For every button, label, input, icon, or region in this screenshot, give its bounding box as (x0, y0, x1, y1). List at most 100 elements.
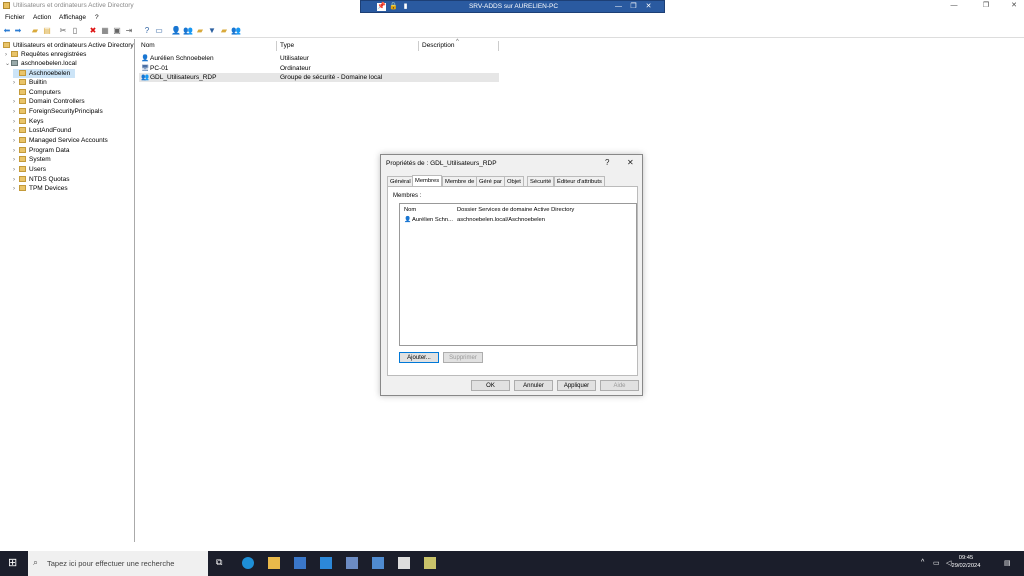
tree-item-aschnoebelen[interactable]: Aschnoebelen (13, 69, 75, 78)
column-header-name[interactable]: Nom (141, 42, 155, 49)
tree-item-builtin[interactable]: › Builtin (13, 78, 47, 87)
refresh-icon[interactable]: ▣ (112, 26, 122, 36)
notepad-icon[interactable] (398, 557, 410, 569)
edge-icon[interactable] (242, 557, 254, 569)
members-header-name[interactable]: Nom (404, 207, 416, 213)
tab-object[interactable]: Objet (504, 176, 524, 186)
new-group-icon[interactable]: 👥 (183, 26, 193, 36)
tree-toggle-icon[interactable]: ▤ (42, 26, 52, 36)
help-button[interactable]: Aide (600, 380, 639, 391)
tab-managed-by[interactable]: Géré par (476, 176, 505, 186)
help-icon[interactable]: ? (142, 26, 152, 36)
tree-item-lostandfound[interactable]: › LostAndFound (13, 126, 71, 135)
app-icon (3, 2, 10, 9)
folder-icon (19, 147, 26, 154)
menu-action[interactable]: Action (33, 14, 51, 21)
task-view-icon[interactable]: ⧉ (216, 557, 228, 569)
back-icon[interactable]: ⬅ (2, 26, 12, 36)
powershell-icon[interactable] (320, 557, 332, 569)
clock[interactable]: 09:45 29/02/2024 (946, 554, 986, 570)
tree-item-tpm-devices[interactable]: › TPM Devices (13, 184, 68, 193)
tab-general[interactable]: Général (387, 176, 414, 186)
tree-item-computers[interactable]: Computers (13, 88, 61, 97)
tree-item-users[interactable]: › Users (13, 165, 46, 174)
tree-item-system[interactable]: › System (13, 155, 51, 164)
folder-icon (19, 137, 26, 144)
maximize-button[interactable]: ❐ (976, 1, 996, 11)
add-to-group-icon[interactable]: 👥 (231, 26, 241, 36)
apply-button[interactable]: Appliquer (557, 380, 596, 391)
minimize-button[interactable]: — (944, 1, 964, 11)
member-name[interactable]: Aurélien Schn... (412, 217, 453, 223)
column-divider[interactable] (276, 41, 277, 51)
cancel-button[interactable]: Annuler (514, 380, 553, 391)
tree-item-domain-controllers[interactable]: › Domain Controllers (13, 97, 85, 106)
network-tray-icon[interactable]: ▭ (933, 559, 940, 567)
folder-icon (3, 42, 10, 49)
ok-button[interactable]: OK (471, 380, 510, 391)
tree-item-managed-service[interactable]: › Managed Service Accounts (13, 136, 108, 145)
copy-icon[interactable]: ▯ (70, 26, 80, 36)
folder-icon (19, 185, 26, 192)
menu-help[interactable]: ? (95, 14, 99, 21)
folder-icon (19, 156, 26, 163)
add-member-button[interactable]: Ajouter... (399, 352, 439, 363)
tab-attribute-editor[interactable]: Éditeur d'attributs (554, 176, 605, 186)
column-header-description[interactable]: Description (422, 42, 455, 49)
tree-domain[interactable]: ⌄ aschnoebelen.local (5, 59, 77, 68)
table-row[interactable]: 🖥 PC-01 Ordinateur (139, 64, 499, 73)
tab-member-of[interactable]: Membre de (442, 176, 478, 186)
tree-saved-queries[interactable]: › Requêtes enregistrées (5, 50, 86, 59)
delete-icon[interactable]: ✖ (88, 26, 98, 36)
rdp-close-icon[interactable]: ✕ (644, 3, 653, 11)
network-icon[interactable] (346, 557, 358, 569)
tray-chevron-icon[interactable]: ^ (921, 559, 924, 566)
column-divider[interactable] (418, 41, 419, 51)
member-folder[interactable]: aschnoebelen.local/Aschnoebelen (457, 217, 545, 223)
folder-up-icon[interactable]: ▰ (30, 26, 40, 36)
members-header-folder[interactable]: Dossier Services de domaine Active Direc… (457, 207, 574, 213)
tree-item-program-data[interactable]: › Program Data (13, 146, 69, 155)
sort-up-icon: ^ (456, 39, 459, 45)
tree-item-foreign[interactable]: › ForeignSecurityPrincipals (13, 107, 103, 116)
ad-users-icon[interactable] (372, 557, 384, 569)
tab-members[interactable]: Membres (412, 175, 443, 186)
dialog-close-button[interactable]: ✕ (627, 158, 634, 167)
server-manager-icon[interactable] (294, 557, 306, 569)
rdp-minimize-icon[interactable]: — (614, 3, 623, 11)
menu-file[interactable]: Fichier (5, 14, 25, 21)
file-explorer-icon[interactable] (268, 557, 280, 569)
column-divider[interactable] (498, 41, 499, 51)
notifications-icon[interactable]: ▤ (1004, 559, 1011, 567)
menu-bar: Fichier Action Affichage ? (0, 12, 1024, 24)
menu-view[interactable]: Affichage (59, 14, 86, 21)
console-icon[interactable]: ▭ (154, 26, 164, 36)
close-button[interactable]: ✕ (1004, 1, 1024, 11)
table-row[interactable]: 👤 Aurélien Schnoebelen Utilisateur (139, 54, 499, 63)
tree-root[interactable]: Utilisateurs et ordinateurs Active Direc… (3, 41, 134, 50)
remove-member-button[interactable]: Supprimer (443, 352, 483, 363)
properties-icon[interactable]: ▦ (100, 26, 110, 36)
start-icon[interactable]: ⊞ (8, 557, 20, 569)
filter-icon[interactable]: ▼ (207, 26, 217, 36)
find-icon[interactable]: ▰ (219, 26, 229, 36)
forward-icon[interactable]: ➡ (13, 26, 23, 36)
new-user-icon[interactable]: 👤 (171, 26, 181, 36)
folder-icon (19, 166, 26, 173)
taskbar: ⊞ ⌕ Tapez ici pour effectuer une recherc… (0, 551, 1024, 576)
dialog-help-button[interactable]: ? (605, 158, 609, 167)
search-box[interactable]: ⌕ Tapez ici pour effectuer une recherche (28, 551, 208, 576)
tree-item-ntds-quotas[interactable]: › NTDS Quotas (13, 175, 69, 184)
new-ou-icon[interactable]: ▰ (195, 26, 205, 36)
folder-icon (19, 108, 26, 115)
tab-security[interactable]: Sécurité (527, 176, 555, 186)
ou-icon (19, 98, 26, 105)
tree-item-keys[interactable]: › Keys (13, 117, 43, 126)
rdp-restore-icon[interactable]: ❐ (629, 3, 638, 11)
table-row-selected[interactable]: 👥 GDL_Utilisateurs_RDP Groupe de sécurit… (139, 73, 499, 82)
column-header-type[interactable]: Type (280, 42, 294, 49)
ad-admin-center-icon[interactable] (424, 557, 436, 569)
members-list[interactable]: Nom Dossier Services de domaine Active D… (399, 203, 637, 346)
export-icon[interactable]: ⇥ (124, 26, 134, 36)
cut-icon[interactable]: ✂ (58, 26, 68, 36)
